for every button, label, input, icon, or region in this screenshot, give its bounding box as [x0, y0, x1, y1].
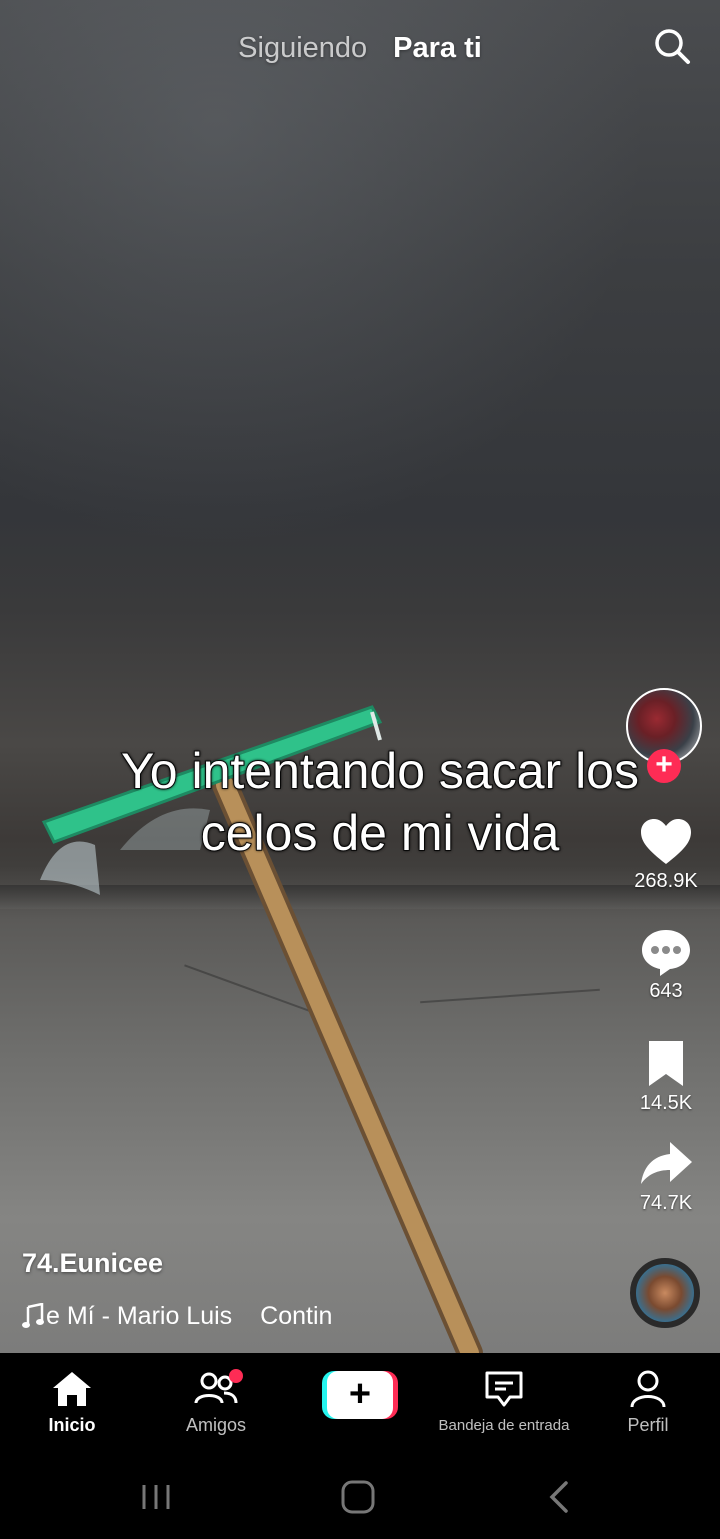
share-action[interactable]: 74.7K: [626, 1138, 706, 1215]
inbox-icon: [485, 1371, 523, 1407]
caption-line-1: Yo intentando sacar los: [120, 742, 640, 800]
follow-button[interactable]: +: [647, 749, 681, 783]
nav-friends-label: Amigos: [185, 1415, 247, 1435]
system-navigation-bar: [0, 1453, 720, 1539]
tab-following[interactable]: Siguiendo: [238, 32, 367, 65]
nav-home[interactable]: Inicio: [2, 1369, 142, 1436]
bottom-nav-bar: Inicio Amigos + Bandeja de entrada Perfi…: [0, 1353, 720, 1453]
music-marquee[interactable]: e Mí - Mario Luis Contin: [22, 1298, 342, 1334]
search-icon[interactable]: [652, 26, 692, 66]
like-action[interactable]: 268.9K: [626, 816, 706, 893]
broom-illustration: [40, 705, 483, 1353]
music-note-icon: [22, 1303, 44, 1328]
share-count: 74.7K: [639, 1192, 693, 1214]
plus-icon: +: [327, 1371, 393, 1419]
comment-count: 643: [649, 980, 683, 1002]
nav-profile-label: Perfil: [627, 1415, 669, 1435]
home-icon: [53, 1372, 91, 1406]
create-button[interactable]: +: [322, 1371, 398, 1419]
heart-icon[interactable]: [638, 816, 694, 868]
tab-for-you[interactable]: Para ti: [393, 32, 482, 65]
nav-profile[interactable]: Perfil: [578, 1369, 718, 1436]
nav-inbox[interactable]: Bandeja de entrada: [434, 1369, 574, 1434]
comment-action[interactable]: 643: [626, 926, 706, 1003]
caption-line-2: celos de mi vida: [200, 804, 561, 862]
nav-friends[interactable]: Amigos: [146, 1369, 286, 1436]
comment-icon[interactable]: [638, 926, 694, 978]
video-player[interactable]: [0, 0, 720, 1353]
save-action[interactable]: 14.5K: [626, 1038, 706, 1115]
feed-tabs: Siguiendo Para ti: [0, 28, 720, 68]
video-caption-overlay: Yo intentando sacar los celos de mi vida: [60, 740, 700, 864]
creator-avatar-wrap: +: [626, 688, 704, 783]
music-track-continued: Contin: [260, 1301, 333, 1330]
recent-apps-icon[interactable]: [136, 1479, 176, 1515]
nav-home-label: Inicio: [48, 1415, 96, 1435]
nav-inbox-label: Bandeja de entrada: [438, 1417, 570, 1434]
profile-icon: [630, 1370, 666, 1408]
like-count: 268.9K: [634, 870, 698, 892]
home-system-icon[interactable]: [338, 1479, 378, 1515]
creator-username[interactable]: 74.Eunicee: [22, 1248, 163, 1279]
bookmark-icon[interactable]: [638, 1038, 694, 1090]
music-disc[interactable]: [630, 1258, 700, 1328]
back-icon[interactable]: [540, 1479, 580, 1515]
notification-dot: [229, 1369, 243, 1383]
music-track-title: e Mí - Mario Luis: [46, 1301, 233, 1330]
save-count: 14.5K: [639, 1092, 693, 1114]
share-arrow-icon[interactable]: [638, 1138, 694, 1190]
